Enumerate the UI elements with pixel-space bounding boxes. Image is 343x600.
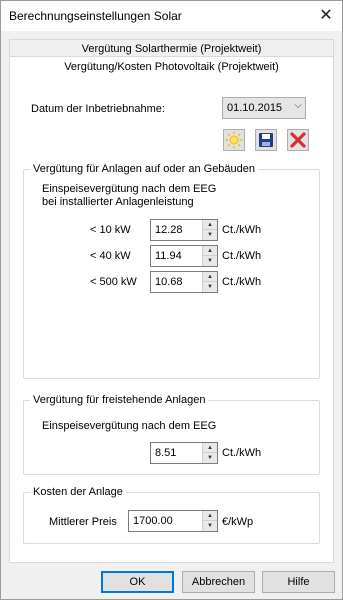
commissioning-date-select[interactable]: 01.10.2015 ⌵ xyxy=(222,97,306,119)
sun-icon xyxy=(225,131,243,149)
spin-up-icon[interactable]: ▲ xyxy=(203,220,217,230)
tariff-500kw-value: 10.68 xyxy=(155,276,183,288)
freestanding-group-legend: Vergütung für freistehende Anlagen xyxy=(33,394,206,406)
close-icon[interactable]: ✕ xyxy=(316,6,336,26)
help-button[interactable]: Hilfe xyxy=(262,571,335,593)
spin-down-icon[interactable]: ▼ xyxy=(203,256,217,266)
row-label-500kw: < 500 kW xyxy=(90,276,137,288)
tariff-40kw-stepper[interactable]: 11.94 ▲ ▼ xyxy=(150,245,218,267)
unit-10kw: Ct./kWh xyxy=(222,224,262,236)
spin-down-icon[interactable]: ▼ xyxy=(203,521,217,531)
tariff-40kw-value: 11.94 xyxy=(155,250,182,262)
row-label-40kw: < 40 kW xyxy=(90,250,131,262)
average-price-label: Mittlerer Preis xyxy=(49,516,117,528)
row-label-10kw: < 10 kW xyxy=(90,224,131,236)
average-price-unit: €/kWp xyxy=(222,516,254,528)
commissioning-date-label: Datum der Inbetriebnahme: xyxy=(31,103,165,115)
average-price-stepper[interactable]: 1700.00 ▲ ▼ xyxy=(128,510,218,532)
spin-up-icon[interactable]: ▲ xyxy=(203,443,217,453)
cancel-button[interactable]: Abbrechen xyxy=(182,571,255,593)
chevron-down-icon: ⌵ xyxy=(294,100,302,111)
delete-icon xyxy=(290,132,306,148)
spin-up-icon[interactable]: ▲ xyxy=(203,272,217,282)
spin-up-icon[interactable]: ▲ xyxy=(203,511,217,521)
spin-up-icon[interactable]: ▲ xyxy=(203,246,217,256)
save-button[interactable] xyxy=(255,129,277,151)
ok-button[interactable]: OK xyxy=(101,571,174,593)
spin-down-icon[interactable]: ▼ xyxy=(203,453,217,463)
title-bar: Berechnungseinstellungen Solar ✕ xyxy=(1,1,342,31)
commissioning-date-value: 01.10.2015 xyxy=(227,102,283,114)
freestanding-unit: Ct./kWh xyxy=(222,447,262,459)
freestanding-tariff-value: 8.51 xyxy=(155,447,177,459)
freestanding-description: Einspeisevergütung nach dem EEG xyxy=(42,420,217,432)
tariff-500kw-stepper[interactable]: 10.68 ▲ ▼ xyxy=(150,271,218,293)
unit-500kw: Ct./kWh xyxy=(222,276,262,288)
buildings-description-line2: bei installierter Anlagenleistung xyxy=(42,196,194,208)
buildings-description-line1: Einspeisevergütung nach dem EEG xyxy=(42,183,217,195)
tariff-10kw-value: 12.28 xyxy=(155,224,183,236)
save-icon xyxy=(259,133,273,147)
tab-photovoltaik[interactable]: Vergütung/Kosten Photovoltaik (Projektwe… xyxy=(9,56,334,78)
unit-40kw: Ct./kWh xyxy=(222,250,262,262)
freestanding-tariff-stepper[interactable]: 8.51 ▲ ▼ xyxy=(150,442,218,464)
tariff-10kw-stepper[interactable]: 12.28 ▲ ▼ xyxy=(150,219,218,241)
buildings-group-legend: Vergütung für Anlagen auf oder an Gebäud… xyxy=(33,163,256,175)
spin-down-icon[interactable]: ▼ xyxy=(203,230,217,240)
dialog-window: Berechnungseinstellungen Solar ✕ Vergütu… xyxy=(0,0,343,600)
window-title: Berechnungseinstellungen Solar xyxy=(9,9,182,23)
delete-button[interactable] xyxy=(287,129,309,151)
costs-group-legend: Kosten der Anlage xyxy=(33,486,123,498)
average-price-value: 1700.00 xyxy=(133,515,173,527)
spin-down-icon[interactable]: ▼ xyxy=(203,282,217,292)
sun-button[interactable] xyxy=(223,129,245,151)
